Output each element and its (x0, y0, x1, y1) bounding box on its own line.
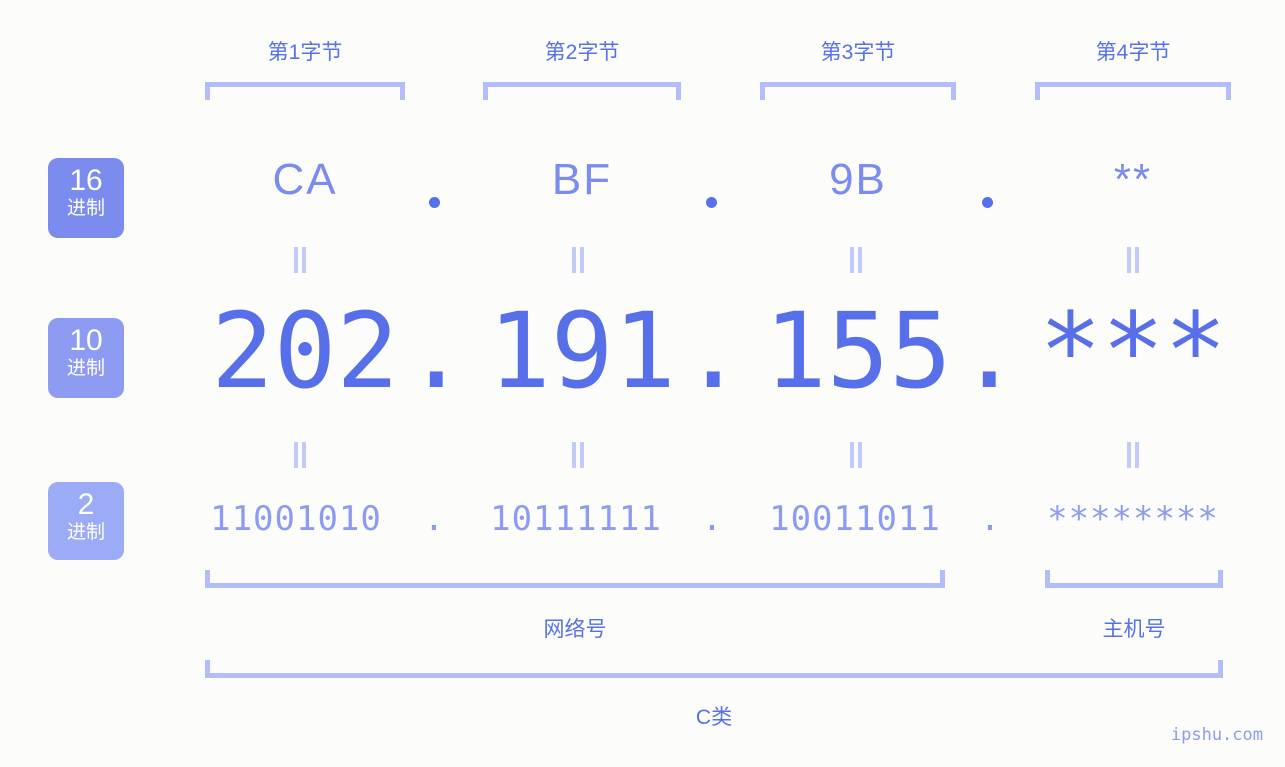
decimal-value-byte-2: 191 (488, 290, 676, 412)
host-bracket (1045, 570, 1223, 588)
host-label: 主机号 (1102, 618, 1166, 641)
network-bracket (205, 570, 945, 588)
byte-header-label-4: 第4字节 (1095, 41, 1171, 64)
binary-row: 11001010 . 10111111 . 10011011 . *******… (0, 497, 1285, 542)
equals-icon-hex-dec-2 (570, 247, 586, 273)
byte-bracket-2 (483, 82, 681, 100)
byte-bracket-4 (1035, 82, 1231, 100)
ip-breakdown-diagram: 第1字节 第2字节 第3字节 第4字节 16 进制 10 进制 2 进制 CA … (0, 0, 1285, 767)
binary-separator-1: . (423, 499, 445, 539)
hex-value-byte-2: BF (551, 155, 613, 204)
binary-separator-2: . (701, 499, 723, 539)
binary-value-byte-1: 11001010 (210, 499, 382, 539)
equals-icon-dec-bin-2 (570, 442, 586, 468)
decimal-value-byte-3: 155 (764, 290, 952, 412)
binary-value-byte-3: 10011011 (769, 499, 941, 539)
decimal-separator-1: . (405, 290, 468, 412)
decimal-separator-2: . (682, 290, 745, 412)
decimal-value-byte-4: *** (1039, 290, 1227, 412)
byte-bracket-1 (205, 82, 405, 100)
equals-icon-dec-bin-1 (292, 442, 308, 468)
binary-separator-3: . (979, 499, 1001, 539)
network-label: 网络号 (543, 618, 607, 641)
binary-value-byte-4: ******** (1047, 499, 1219, 539)
hex-separator-dot-1 (429, 197, 440, 208)
decimal-row: 202 . 191 . 155 . *** (0, 296, 1285, 406)
hex-separator-dot-3 (982, 197, 993, 208)
class-bracket (205, 660, 1223, 678)
byte-bracket-3 (760, 82, 956, 100)
byte-header-label-2: 第2字节 (544, 41, 620, 64)
hex-separator-dot-2 (706, 197, 717, 208)
hex-value-byte-4: ** (1113, 155, 1153, 204)
binary-value-byte-2: 10111111 (490, 499, 662, 539)
watermark: ipshu.com (1170, 725, 1263, 745)
hex-value-byte-3: 9B (829, 155, 887, 204)
hex-value-byte-1: CA (272, 155, 338, 204)
equals-icon-hex-dec-3 (848, 247, 864, 273)
byte-header-label-3: 第3字节 (820, 41, 896, 64)
class-label: C类 (695, 706, 733, 729)
decimal-separator-3: . (958, 290, 1021, 412)
equals-icon-hex-dec-4 (1125, 247, 1141, 273)
radix-badge-hex-number: 16 (69, 164, 103, 197)
equals-icon-hex-dec-1 (292, 247, 308, 273)
equals-icon-dec-bin-4 (1125, 442, 1141, 468)
decimal-value-byte-1: 202 (211, 290, 399, 412)
radix-badge-hex-unit: 进制 (66, 197, 105, 219)
equals-icon-dec-bin-3 (848, 442, 864, 468)
radix-badge-hex: 16 进制 (48, 158, 124, 238)
byte-header-label-1: 第1字节 (267, 41, 343, 64)
